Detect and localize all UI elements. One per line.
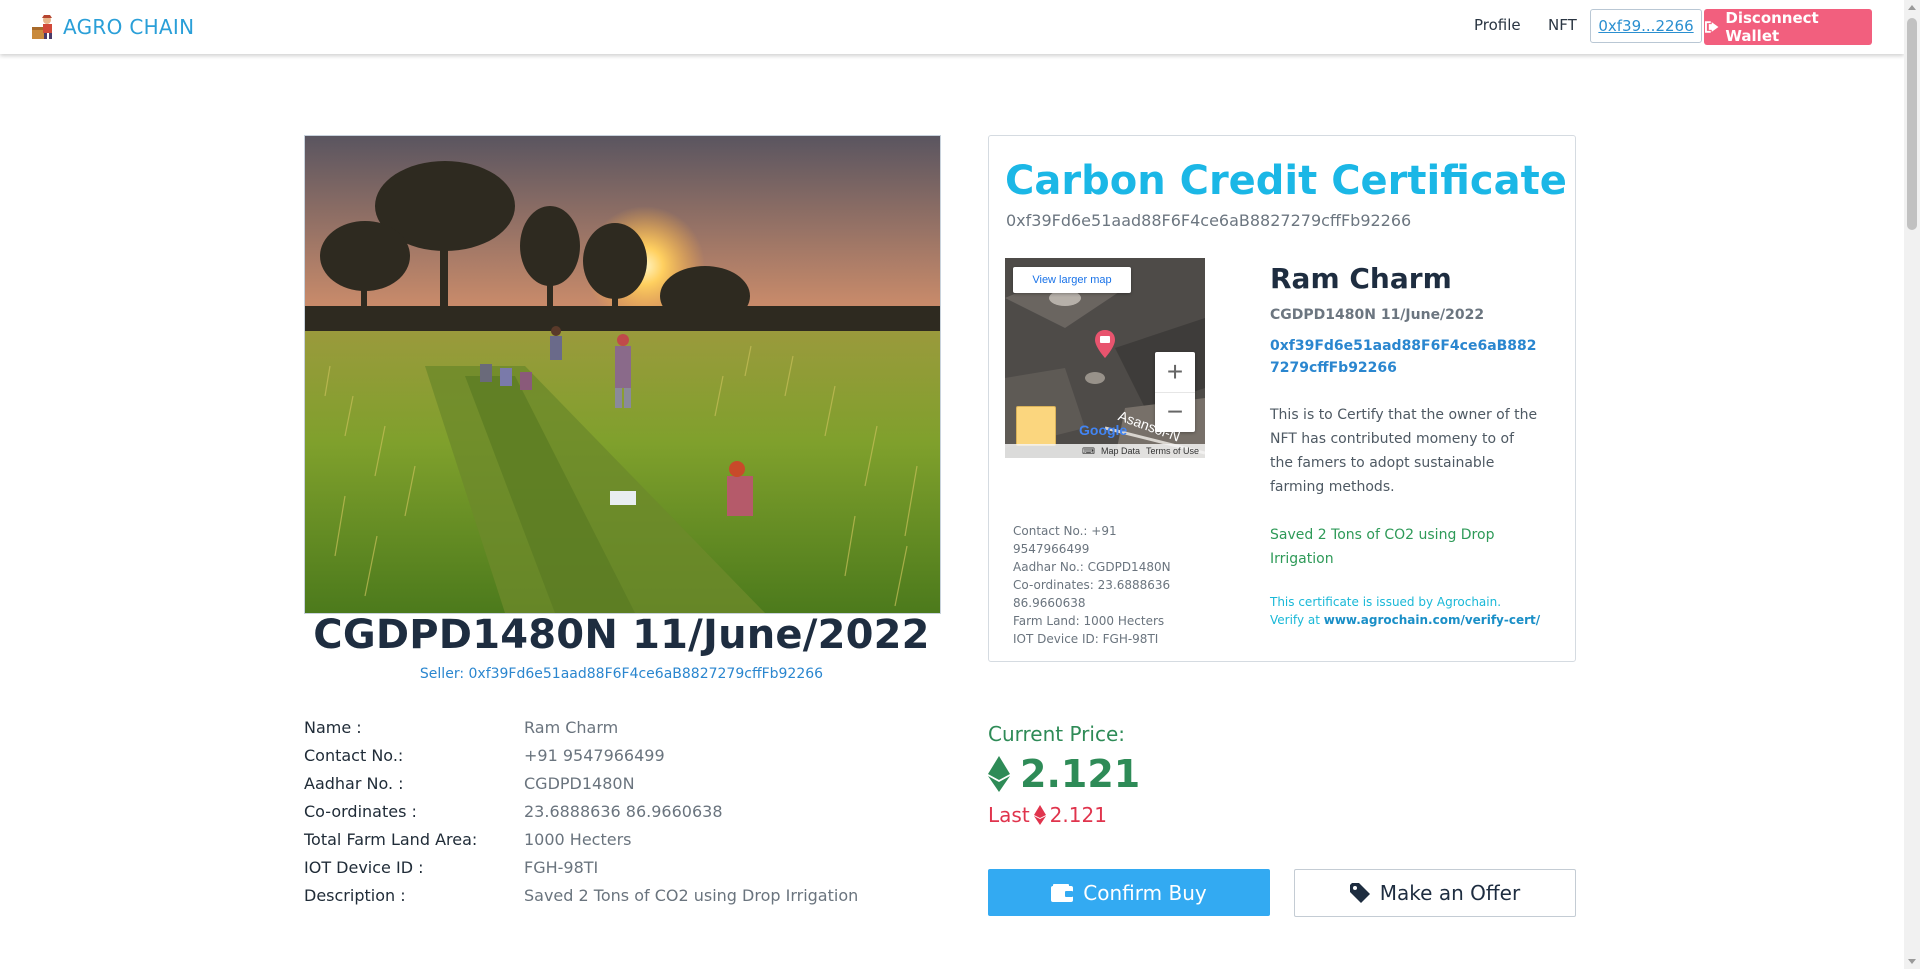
detail-value: CGDPD1480N — [524, 774, 635, 793]
nav-profile-link[interactable]: Profile — [1474, 16, 1521, 34]
detail-value: Ram Charm — [524, 718, 619, 737]
map-data-link[interactable]: Map Data — [1101, 446, 1140, 456]
farmer-logo-icon — [32, 15, 52, 39]
embedded-map[interactable]: View larger map + − Google Asansol-N ⌨ M… — [1005, 258, 1205, 458]
detail-label: IOT Device ID : — [304, 858, 424, 877]
make-offer-label: Make an Offer — [1379, 881, 1521, 905]
detail-row-name: Name : Ram Charm — [304, 718, 904, 740]
ethereum-small-icon — [1033, 805, 1046, 825]
scroll-down-arrow-icon[interactable] — [1908, 959, 1916, 964]
map-marker-icon[interactable] — [1095, 330, 1115, 358]
map-zoom-controls: + − — [1155, 352, 1195, 432]
certificate-owner-name: Ram Charm — [1270, 262, 1452, 295]
rice-field-sunrise-image — [305, 136, 940, 613]
page-scrollbar[interactable] — [1904, 0, 1920, 969]
scroll-up-arrow-icon[interactable] — [1908, 5, 1916, 10]
nft-farm-image — [304, 135, 941, 614]
carbon-credit-certificate-card: Carbon Credit Certificate 0xf39Fd6e51aad… — [988, 135, 1576, 662]
map-footer: ⌨ Map Data Terms of Use — [1005, 444, 1205, 458]
certificate-farm-info: Contact No.: +91 9547966499 Aadhar No.: … — [1013, 522, 1178, 648]
seller-prefix: Seller: — [419, 666, 469, 682]
confirm-buy-label: Confirm Buy — [1083, 880, 1207, 905]
detail-row-iot-device: IOT Device ID : FGH-98TI — [304, 858, 904, 880]
google-logo: Google — [1079, 422, 1127, 438]
verify-link[interactable]: www.agrochain.com/verify-cert/ — [1324, 613, 1540, 627]
info-coordinates: Co-ordinates: 23.6888636 86.9660638 — [1013, 578, 1171, 610]
info-contact: Contact No.: +91 9547966499 — [1013, 524, 1117, 556]
current-price-value: 2.121 — [1020, 752, 1141, 796]
detail-row-description: Description : Saved 2 Tons of CO2 using … — [304, 886, 904, 908]
verify-prefix: Verify at — [1270, 613, 1324, 627]
brand-name: AGRO CHAIN — [63, 15, 195, 39]
disconnect-wallet-button[interactable]: Disconnect Wallet — [1704, 9, 1872, 45]
certificate-owner-token: CGDPD1480N 11/June/2022 — [1270, 307, 1485, 323]
view-larger-map-button[interactable]: View larger map — [1013, 267, 1131, 293]
seller-address-link[interactable]: 0xf39Fd6e51aad88F6F4ce6aB8827279cffFb922… — [469, 666, 824, 682]
detail-value: 1000 Hecters — [524, 830, 632, 849]
keyboard-icon[interactable]: ⌨ — [1082, 446, 1095, 457]
detail-label: Name : — [304, 718, 362, 737]
detail-label: Aadhar No. : — [304, 774, 404, 793]
detail-value: Saved 2 Tons of CO2 using Drop Irrigatio… — [524, 886, 859, 905]
wallet-icon — [1051, 883, 1074, 902]
certificate-statement: This is to Certify that the owner of the… — [1270, 407, 1538, 495]
make-offer-button[interactable]: Make an Offer — [1294, 869, 1576, 917]
info-iot-device: IOT Device ID: FGH-98TI — [1013, 632, 1159, 646]
verify-line: Verify at www.agrochain.com/verify-cert/ — [1270, 611, 1560, 629]
detail-value: +91 9547966499 — [524, 746, 665, 765]
info-aadhar: Aadhar No.: CGDPD1480N — [1013, 560, 1171, 574]
nft-token-title: CGDPD1480N 11/June/2022 — [313, 612, 930, 658]
seller-line: Seller: 0xf39Fd6e51aad88F6F4ce6aB8827279… — [304, 666, 939, 682]
confirm-buy-button[interactable]: Confirm Buy — [988, 869, 1270, 916]
disconnect-wallet-label: Disconnect Wallet — [1725, 9, 1819, 45]
current-price-label: Current Price: — [988, 722, 1126, 746]
sign-out-icon — [1704, 21, 1719, 33]
certificate-owner-address[interactable]: 0xf39Fd6e51aad88F6F4ce6aB8827279cffFb922… — [1270, 335, 1540, 379]
nav-nft-link[interactable]: NFT — [1548, 16, 1577, 34]
last-price-value: 2.121 — [1049, 803, 1107, 827]
brand[interactable]: AGRO CHAIN — [29, 13, 194, 41]
zoom-in-button[interactable]: + — [1155, 352, 1195, 393]
detail-label: Description : — [304, 886, 406, 905]
detail-label: Co-ordinates : — [304, 802, 417, 821]
detail-value: FGH-98TI — [524, 858, 599, 877]
certificate-title: Carbon Credit Certificate — [1005, 158, 1567, 204]
detail-row-aadhar: Aadhar No. : CGDPD1480N — [304, 774, 904, 796]
certificate-address: 0xf39Fd6e51aad88F6F4ce6aB8827279cffFb922… — [1006, 211, 1412, 230]
map-terms-link[interactable]: Terms of Use — [1146, 446, 1199, 456]
certificate-issued-note: This certificate is issued by Agrochain.… — [1270, 593, 1560, 629]
certificate-saved-co2: Saved 2 Tons of CO2 using Drop Irrigatio… — [1270, 527, 1495, 567]
ethereum-icon — [988, 756, 1010, 792]
detail-row-farm-area: Total Farm Land Area: 1000 Hecters — [304, 830, 904, 852]
info-farm-land: Farm Land: 1000 Hecters — [1013, 614, 1165, 628]
top-navbar: AGRO CHAIN Profile NFT 0xf39...2266 Disc… — [0, 0, 1904, 54]
last-price-label: Last — [988, 803, 1030, 827]
google-logo-text: Google — [1079, 422, 1128, 438]
detail-value: 23.6888636 86.9660638 — [524, 802, 723, 821]
detail-label: Total Farm Land Area: — [304, 830, 478, 849]
tag-icon — [1349, 883, 1370, 903]
last-price: Last 2.121 — [988, 803, 1107, 827]
wallet-address-button[interactable]: 0xf39...2266 — [1590, 9, 1702, 43]
issued-text: This certificate is issued by Agrochain. — [1270, 595, 1502, 609]
detail-row-contact: Contact No.: +91 9547966499 — [304, 746, 904, 768]
scroll-thumb[interactable] — [1907, 18, 1917, 230]
detail-label: Contact No.: — [304, 746, 404, 765]
current-price: 2.121 — [988, 752, 1140, 796]
detail-row-coordinates: Co-ordinates : 23.6888636 86.9660638 — [304, 802, 904, 824]
street-view-pegman-icon[interactable] — [1016, 406, 1056, 446]
